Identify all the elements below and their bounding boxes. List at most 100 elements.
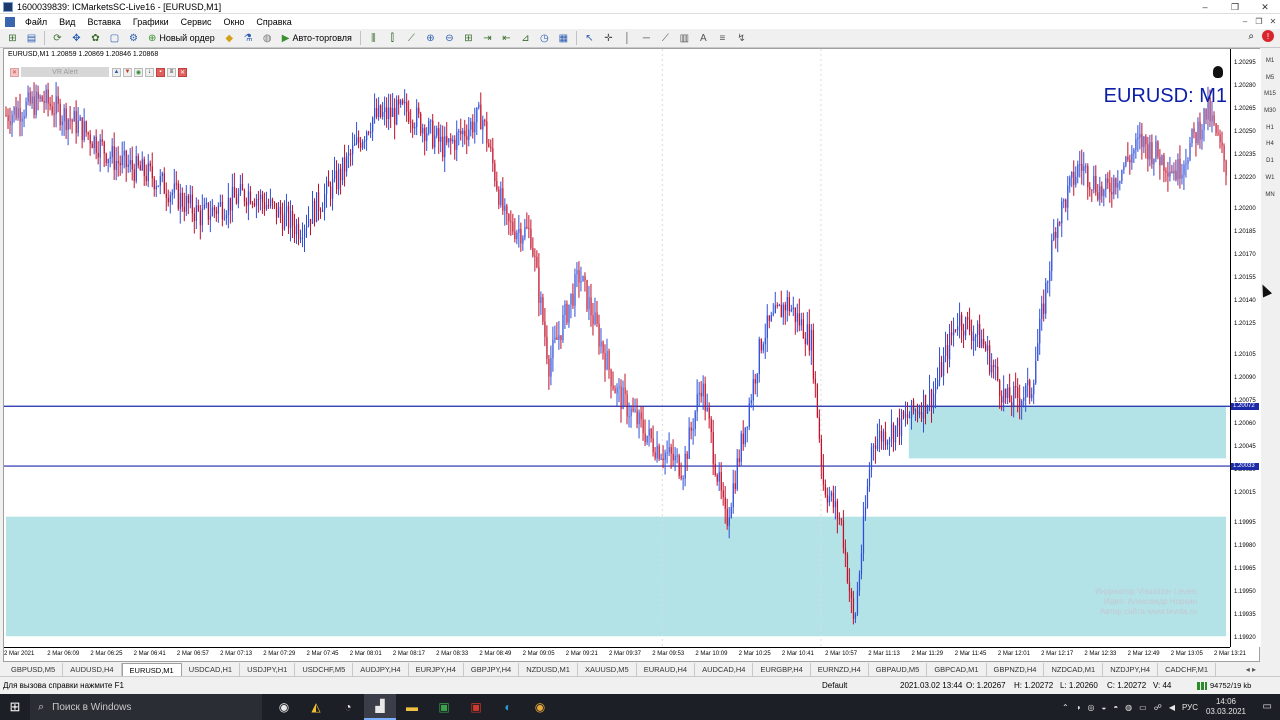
chart-tab[interactable]: USDJPY,H1 [240, 663, 296, 676]
battery-icon[interactable]: ▭ [1139, 703, 1147, 712]
channel-icon[interactable]: ▥ [676, 30, 693, 46]
task-view-icon[interactable]: ◉ [268, 694, 300, 720]
connection-status[interactable]: 94752/19 kb [1197, 680, 1271, 691]
objects-icon[interactable]: ↯ [733, 30, 750, 46]
text-icon[interactable]: A [695, 30, 712, 46]
close-button[interactable]: ✕ [1250, 0, 1280, 14]
zoom-out-icon[interactable]: ⊖ [441, 30, 458, 46]
chart-restore-button[interactable]: ❐ [1252, 14, 1266, 29]
data-window-icon[interactable]: ✥ [68, 30, 85, 46]
chart-tab[interactable]: AUDUSD,H4 [63, 663, 122, 676]
maximize-button[interactable]: ❐ [1220, 0, 1250, 14]
tile-windows-icon[interactable]: ⊞ [460, 30, 477, 46]
chart-tab[interactable]: GBPCAD,M1 [927, 663, 987, 676]
network-icon[interactable]: ☍ [1154, 703, 1162, 712]
navigator-icon[interactable]: ✿ [87, 30, 104, 46]
tray-app-icon[interactable]: ◒ [1101, 703, 1106, 712]
strategy-tester-icon[interactable]: ⚙ [125, 30, 142, 46]
app-icon[interactable]: ◐ [492, 694, 524, 720]
chart-tab[interactable]: NZDCAD,M1 [1044, 663, 1104, 676]
vr-alert-arrow-icon[interactable]: ↓ [145, 67, 154, 77]
chart-shift-icon[interactable]: ⇤ [498, 30, 515, 46]
tray-chevron-icon[interactable]: ⌃ [1062, 703, 1069, 712]
timeframe-button[interactable]: M1 [1262, 58, 1278, 75]
search-icon[interactable]: ⌕ [1248, 31, 1254, 42]
timeframe-button[interactable]: M30 [1262, 108, 1278, 125]
level-price-tag[interactable]: 1.20072 [1231, 402, 1259, 410]
vr-alert-down-icon[interactable]: ▼ [123, 67, 132, 77]
cursor-icon[interactable]: ↖ [581, 30, 598, 46]
menu-help[interactable]: Справка [256, 17, 291, 27]
vr-alert-check-icon[interactable]: ◉ [134, 67, 143, 77]
new-order-button[interactable]: ⊕ Новый ордер [143, 30, 220, 46]
file-explorer-icon[interactable]: ▬ [396, 694, 428, 720]
volume-icon[interactable]: ◀ [1169, 703, 1175, 712]
windows-start-icon[interactable]: ⊞ [0, 694, 30, 720]
timeframe-button[interactable]: D1 [1262, 158, 1278, 175]
metaeditor-icon[interactable]: ◆ [221, 30, 238, 46]
chart-tab[interactable]: AUDJPY,H4 [353, 663, 409, 676]
tray-app-icon[interactable]: ◓ [1113, 703, 1118, 712]
line-chart-icon[interactable]: ⟋ [403, 30, 420, 46]
chart-tab[interactable]: NZDUSD,M1 [519, 663, 578, 676]
tray-app-icon[interactable]: ◍ [1125, 703, 1132, 712]
horizontal-line-icon[interactable]: ─ [638, 30, 655, 46]
crosshair-icon[interactable]: ✛ [600, 30, 617, 46]
chart-tab[interactable]: GBPAUD,M5 [869, 663, 928, 676]
autotrading-button[interactable]: ▶ Авто-торговля [277, 30, 357, 46]
menu-insert[interactable]: Вставка [87, 17, 120, 27]
market-watch-icon[interactable]: ⟳ [49, 30, 66, 46]
chart-tab[interactable]: USDCAD,H1 [182, 663, 241, 676]
chart-tab[interactable]: USDCHF,M5 [295, 663, 354, 676]
vertical-line-icon[interactable]: │ [619, 30, 636, 46]
indicators-icon[interactable]: ⊿ [517, 30, 534, 46]
profiles-icon[interactable]: ▤ [23, 30, 40, 46]
zoom-in-icon[interactable]: ⊕ [422, 30, 439, 46]
menu-file[interactable]: Файл [25, 17, 47, 27]
chart-window[interactable]: EURUSD,M1 1.20859 1.20869 1.20846 1.2086… [3, 48, 1261, 662]
timeframe-button[interactable]: M5 [1262, 75, 1278, 92]
menu-window[interactable]: Окно [224, 17, 245, 27]
vr-alert-exit-icon[interactable]: ✕ [178, 67, 187, 77]
chart-tab[interactable]: EURUSD,M1 [121, 663, 182, 676]
timeframe-button[interactable]: M15 [1262, 91, 1278, 108]
minimize-button[interactable]: – [1190, 0, 1220, 14]
notification-center-icon[interactable]: ▭ [1263, 701, 1272, 712]
menu-charts[interactable]: Графики [133, 17, 169, 27]
price-axis[interactable]: 1.20295 1.20280 1.20265 1.20250 1.20235 1.202… [1230, 49, 1261, 647]
chrome-icon[interactable]: ◉ [524, 694, 556, 720]
tray-app-icon[interactable]: ◑ [1076, 703, 1081, 712]
timeframe-button[interactable]: MN [1262, 192, 1278, 209]
taskbar-clock[interactable]: 14:06 03.03.2021 [1206, 697, 1246, 717]
vr-alert-field[interactable]: VR Alert [21, 67, 109, 77]
community-icon[interactable]: ⚗ [240, 30, 257, 46]
terminal-icon[interactable]: ▢ [106, 30, 123, 46]
chart-window-icon[interactable] [5, 16, 15, 27]
time-axis[interactable]: 2 Mar 2021 2 Mar 06:09 2 Mar 06:25 2 Mar 06… [4, 647, 1246, 661]
chart-tab[interactable]: GBPUSD,M5 [4, 663, 64, 676]
app-icon[interactable]: ◭ [300, 694, 332, 720]
chart-tab[interactable]: XAUUSD,M5 [578, 663, 637, 676]
chart-tab[interactable]: EURGBP,H4 [753, 663, 811, 676]
taskbar-search[interactable]: ⌕ Поиск в Windows [30, 694, 262, 720]
chart-tab[interactable]: CADCHF,M1 [1158, 663, 1217, 676]
timeframe-button[interactable]: H1 [1262, 125, 1278, 142]
bar-chart-icon[interactable]: ⫼ [365, 30, 382, 46]
level-price-tag[interactable]: 1.20033 [1231, 462, 1259, 470]
vr-alert-up-icon[interactable]: ▲ [112, 67, 121, 77]
chart-tab[interactable]: GBPNZD,H4 [987, 663, 1045, 676]
signals-icon[interactable]: ◍ [259, 30, 276, 46]
metatrader-icon[interactable]: ▟ [364, 694, 396, 720]
notification-icon[interactable]: ! [1262, 30, 1274, 42]
timeframe-button[interactable]: H4 [1262, 141, 1278, 158]
trendline-icon[interactable]: ⟋ [657, 30, 674, 46]
app-icon[interactable]: ▣ [460, 694, 492, 720]
tab-scroll-arrows[interactable]: ◂ ▸ [1246, 665, 1256, 674]
vr-alert-menu-icon[interactable]: ≡ [167, 67, 176, 77]
chart-tab[interactable]: AUDCAD,H4 [695, 663, 754, 676]
chart-tab[interactable]: GBPJPY,H4 [464, 663, 520, 676]
periods-icon[interactable]: ◷ [536, 30, 553, 46]
vr-alert-delete-icon[interactable]: ▪ [156, 67, 165, 77]
autoscroll-icon[interactable]: ⇥ [479, 30, 496, 46]
menu-tools[interactable]: Сервис [181, 17, 212, 27]
